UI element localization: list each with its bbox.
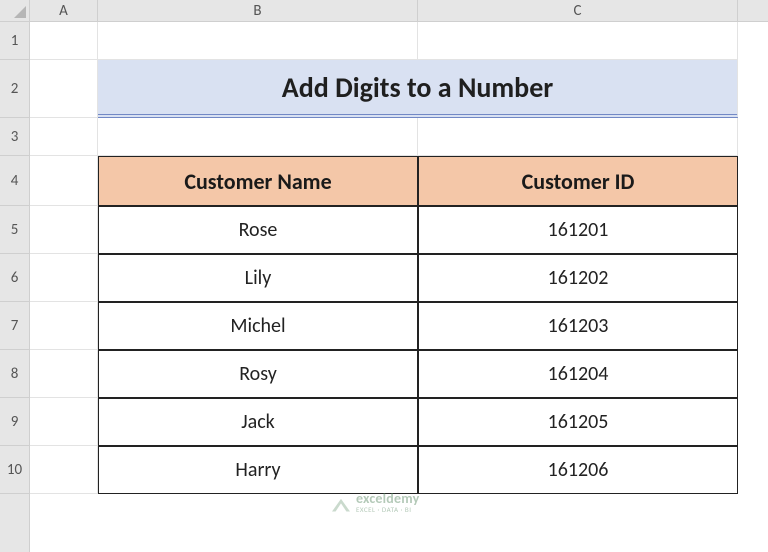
row-header-2[interactable]: 2 [0,60,29,118]
cell-text: 161202 [548,266,609,290]
table-cell-id[interactable]: 161203 [418,302,738,350]
cell-text: Rose [239,218,278,242]
header-name-label: Customer Name [184,168,331,195]
cell-a3[interactable] [30,118,98,156]
table-cell-id[interactable]: 161201 [418,206,738,254]
table-cell-name[interactable]: Harry [98,446,418,494]
title-cell[interactable]: Add Digits to a Number [98,60,738,118]
cell-b3[interactable] [98,118,418,156]
cell-c3[interactable] [418,118,738,156]
cell-b1[interactable] [98,22,418,60]
row-header-8[interactable]: 8 [0,350,29,398]
cell-text: Michel [230,314,285,338]
cell-a1[interactable] [30,22,98,60]
cell-text: Harry [235,458,280,482]
table-cell-id[interactable]: 161206 [418,446,738,494]
cell-text: Jack [241,410,275,434]
row-header-5[interactable]: 5 [0,206,29,254]
table-cell-id[interactable]: 161205 [418,398,738,446]
table-cell-name[interactable]: Rose [98,206,418,254]
row-header-10[interactable]: 10 [0,446,29,494]
row-header-3[interactable]: 3 [0,118,29,156]
col-header-c[interactable]: C [418,0,738,21]
table-header-id[interactable]: Customer ID [418,156,738,206]
cell-a6[interactable] [30,254,98,302]
cell-text: Rosy [239,362,277,386]
row-headers: 1 2 3 4 5 6 7 8 9 10 [0,22,30,552]
table-cell-id[interactable]: 161202 [418,254,738,302]
table-cell-name[interactable]: Lily [98,254,418,302]
select-all-corner[interactable] [0,0,30,22]
cell-a2[interactable] [30,60,98,118]
cell-text: 161204 [548,362,609,386]
grid-area: Add Digits to a Number Customer Name Cus… [30,22,768,552]
spreadsheet-view: A B C 1 2 3 4 5 6 7 8 9 10 Add Digits to… [0,0,768,552]
cell-text: 161201 [548,218,609,242]
col-header-b[interactable]: B [98,0,418,21]
cell-a5[interactable] [30,206,98,254]
cell-a4[interactable] [30,156,98,206]
cell-c1[interactable] [418,22,738,60]
cell-a9[interactable] [30,398,98,446]
col-header-a[interactable]: A [30,0,98,21]
table-cell-name[interactable]: Jack [98,398,418,446]
table-header-name[interactable]: Customer Name [98,156,418,206]
cell-text: 161205 [548,410,609,434]
row-header-6[interactable]: 6 [0,254,29,302]
cell-a8[interactable] [30,350,98,398]
cell-a10[interactable] [30,446,98,494]
row-header-4[interactable]: 4 [0,156,29,206]
cell-a7[interactable] [30,302,98,350]
table-cell-id[interactable]: 161204 [418,350,738,398]
column-headers: A B C [30,0,768,22]
row-header-9[interactable]: 9 [0,398,29,446]
row-header-1[interactable]: 1 [0,22,29,60]
header-id-label: Customer ID [522,168,635,195]
table-cell-name[interactable]: Rosy [98,350,418,398]
cell-text: 161203 [548,314,609,338]
cell-text: 161206 [548,458,609,482]
row-header-7[interactable]: 7 [0,302,29,350]
table-cell-name[interactable]: Michel [98,302,418,350]
page-title: Add Digits to a Number [282,70,554,105]
cell-text: Lily [245,266,272,290]
